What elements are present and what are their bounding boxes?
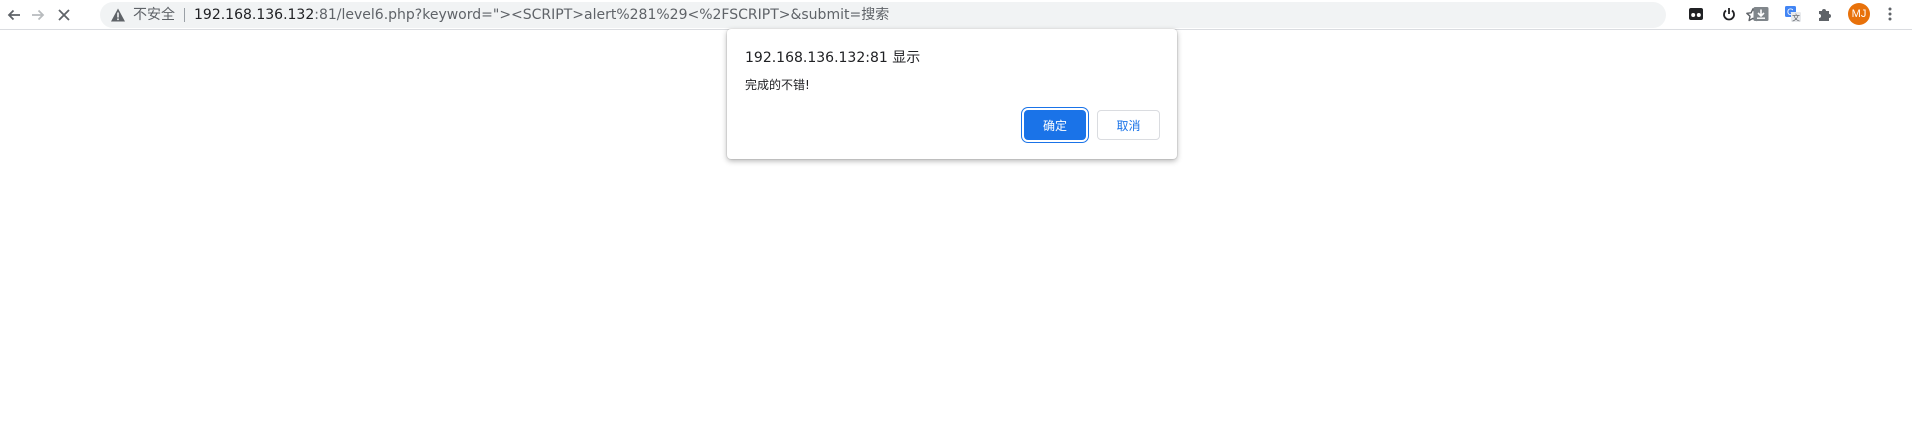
ok-button[interactable]: 确定 [1024,110,1086,140]
ext-glasses-icon[interactable] [1687,5,1705,23]
kebab-menu-icon[interactable] [1881,5,1899,23]
back-button[interactable] [2,3,26,27]
avatar[interactable]: MJ [1848,3,1870,25]
power-icon[interactable] [1720,5,1738,23]
url-text[interactable]: 192.168.136.132:81/level6.php?keyword=">… [194,7,889,23]
omnibox-divider [184,8,185,22]
security-label[interactable]: 不安全 [133,8,175,22]
browser-toolbar: 不安全 192.168.136.132:81/level6.php?keywor… [0,0,1912,30]
stop-button[interactable] [52,3,76,27]
address-bar[interactable]: 不安全 192.168.136.132:81/level6.php?keywor… [100,2,1760,28]
url-host: 192.168.136.132 [194,7,315,23]
svg-text:文: 文 [1792,13,1800,23]
forward-button[interactable] [26,3,50,27]
warning-triangle-icon[interactable] [110,7,126,23]
arrow-right-icon [32,9,45,21]
close-icon [58,9,70,21]
translate-icon[interactable]: G 文 [1784,5,1802,23]
arrow-left-icon [7,9,20,21]
alert-dialog: 192.168.136.132:81 显示 完成的不错! 确定 取消 [727,29,1177,159]
download-icon[interactable] [1752,5,1770,23]
puzzle-icon[interactable] [1816,5,1834,23]
cancel-button[interactable]: 取消 [1097,110,1160,140]
dialog-title: 192.168.136.132:81 显示 [745,50,921,66]
dialog-message: 完成的不错! [745,78,810,92]
url-path: :81/level6.php?keyword="><SCRIPT>alert%2… [314,7,890,23]
